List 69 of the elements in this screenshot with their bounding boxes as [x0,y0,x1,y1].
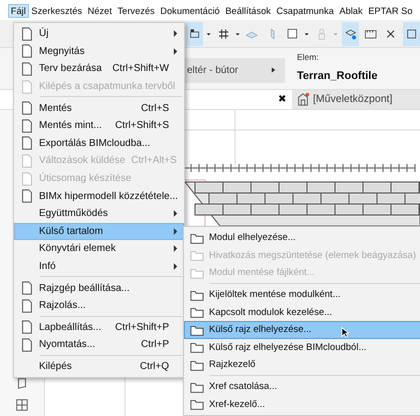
menu-title[interactable]: EPTAR So [365,4,416,18]
menu-item[interactable]: Megnyitás [14,42,184,60]
document-icon [20,62,34,76]
menu-title[interactable]: Ablak [336,4,366,18]
menu-item[interactable]: Terv bezárása Ctrl+Shift+W [14,60,184,78]
document-icon [20,118,34,133]
menu-item[interactable]: Rajzolás... [14,296,184,314]
close-button[interactable]: ✖ [278,93,292,106]
menu-item[interactable]: Külső rajz elhelyezése... [184,320,420,339]
document-icon [20,101,34,116]
menu-title[interactable]: Szerkesztés [28,4,85,18]
menu-item[interactable]: Kilépés Ctrl+Q [14,358,184,376]
submenu-arrow-icon [173,210,178,218]
menu-item[interactable]: Rajzkezelő [184,356,420,374]
document-icon [20,26,34,41]
folder-icon [190,397,204,412]
document-icon [20,136,34,150]
document-icon [20,154,34,168]
menu-item[interactable]: Kapcsolt modulok kezelése... [184,303,420,321]
document-icon [20,281,34,296]
submenu-arrow-icon [173,48,178,55]
menu-title[interactable]: Dokumentáció [158,4,223,18]
mouse-pointer-icon [341,327,349,338]
arrow-icon [270,66,277,74]
folder-icon [190,340,204,354]
document-icon [20,172,34,186]
menu-item[interactable]: Modul elhelyezése... [184,229,420,247]
menu-title[interactable]: Beállítások [222,4,274,18]
document-icon [20,298,34,313]
submenu-arrow-icon [173,30,178,38]
menu-item[interactable]: Külső rajz elhelyezése BIMcloudból... [184,338,420,356]
layer-icon[interactable] [186,22,204,46]
element-label: Elem: [297,52,320,62]
layer-icon[interactable] [402,22,420,46]
menu-item[interactable]: Mentés mint... Ctrl+Shift+S [14,116,184,135]
menu-item[interactable]: Kijelöltek mentése modulként... [184,286,420,304]
submenu-arrow-icon [173,263,178,270]
tab[interactable]: [Műveletközpont] [292,90,420,109]
menu-title[interactable]: Nézet [84,4,115,18]
menu-item[interactable]: Mentés Ctrl+S [14,99,184,117]
document-icon [20,44,34,58]
menu-item[interactable]: Új [14,25,184,43]
submenu-arrow-icon [173,228,178,235]
folder-icon [190,305,204,320]
menu-item[interactable]: Nyomtatás... Ctrl+P [14,336,184,354]
door-icon[interactable] [15,376,29,390]
menu-item[interactable]: Exportálás BIMcloudba... [14,134,184,152]
submenu-arrow-icon [173,245,178,252]
window-icon[interactable] [15,398,29,412]
building-icon [296,92,310,106]
document-icon [20,320,34,334]
document-icon [20,189,34,204]
menu-item[interactable]: Infó [14,258,184,276]
menu-item[interactable]: Lapbeállítás... Ctrl+Shift+P [14,318,184,336]
menu-item[interactable]: Rajzgép beállítása... [14,279,184,297]
menu-item[interactable]: Külső tartalom [14,222,184,240]
menu-item[interactable]: Együttműködés [14,204,184,223]
menu-item[interactable]: Könyvtári elemek [14,240,184,258]
document-icon [20,80,34,94]
menu-item[interactable]: Xref csatolása... [184,378,420,396]
menu-title[interactable]: Fájl [8,4,29,18]
document-icon [20,338,34,352]
menu-item[interactable]: Xref-kezelő... [184,395,420,413]
element-value: Terran_Rooftile [297,70,378,82]
folder-icon [190,248,204,262]
menu-title[interactable]: Csapatmunka [274,4,337,18]
menu-title[interactable]: Tervezés [114,4,158,18]
menu-item[interactable]: BIMx hipermodell közzététele... [14,187,184,205]
layers-icon[interactable] [342,22,359,46]
